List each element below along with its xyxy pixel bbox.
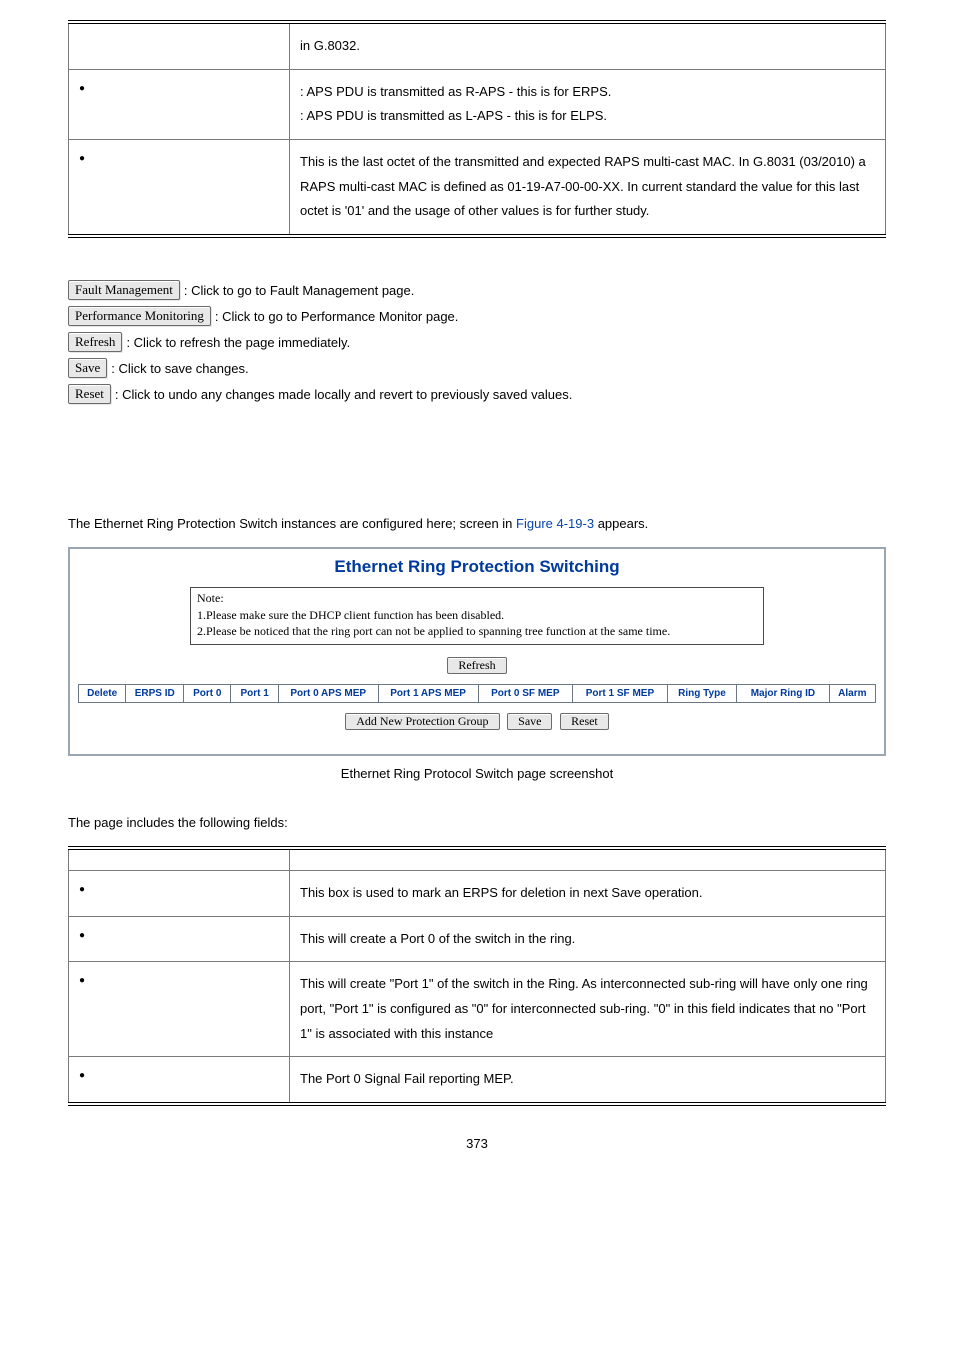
col-port0-sf-mep: Port 0 SF MEP [478, 685, 573, 703]
col-ring-type: Ring Type [667, 685, 736, 703]
col-alarm: Alarm [829, 685, 875, 703]
field-label: ● [69, 870, 290, 916]
button-desc-text: : Click to save changes. [111, 361, 248, 376]
intro-paragraph: The Ethernet Ring Protection Switch inst… [68, 512, 886, 537]
intro-suffix: appears. [594, 516, 648, 531]
param-label: ● [69, 69, 290, 139]
col-port1: Port 1 [231, 685, 278, 703]
note-box: Note: 1.Please make sure the DHCP client… [190, 587, 764, 645]
panel-refresh-button[interactable]: Refresh [447, 657, 506, 674]
field-desc: This will create "Port 1" of the switch … [290, 962, 886, 1057]
table-row: ● This box is used to mark an ERPS for d… [69, 870, 886, 916]
col-port1-aps-mep: Port 1 APS MEP [378, 685, 478, 703]
button-desc-text: : Click to undo any changes made locally… [115, 387, 572, 402]
col-delete: Delete [79, 685, 126, 703]
performance-monitoring-button[interactable]: Performance Monitoring [68, 306, 211, 326]
col-port1-sf-mep: Port 1 SF MEP [573, 685, 668, 703]
button-desc-row: Fault Management : Click to go to Fault … [68, 280, 886, 300]
param-label: ● [69, 140, 290, 237]
figure-caption: Ethernet Ring Protocol Switch page scree… [68, 766, 886, 781]
field-label: ● [69, 916, 290, 962]
button-desc-text: : Click to refresh the page immediately. [126, 335, 350, 350]
add-protection-group-button[interactable]: Add New Protection Group [345, 713, 499, 730]
fields-table: ● This box is used to mark an ERPS for d… [68, 846, 886, 1106]
param-desc: : APS PDU is transmitted as R-APS - this… [290, 69, 886, 139]
bullet-icon: ● [79, 80, 85, 94]
bullet-icon: ● [79, 927, 85, 941]
col-erps-id: ERPS ID [126, 685, 184, 703]
field-label: ● [69, 962, 290, 1057]
fields-intro: The page includes the following fields: [68, 811, 886, 836]
button-desc-text: : Click to go to Performance Monitor pag… [215, 309, 459, 324]
intro-prefix: The Ethernet Ring Protection Switch inst… [68, 516, 516, 531]
field-label: ● [69, 1057, 290, 1104]
table-row: ● This will create "Port 1" of the switc… [69, 962, 886, 1057]
table-row: ● The Port 0 Signal Fail reporting MEP. [69, 1057, 886, 1104]
bullet-icon: ● [79, 881, 85, 895]
button-desc-row: Save : Click to save changes. [68, 358, 886, 378]
button-desc-text: : Click to go to Fault Management page. [184, 283, 415, 298]
fault-management-button[interactable]: Fault Management [68, 280, 180, 300]
col-port0: Port 0 [184, 685, 231, 703]
note-line: 1.Please make sure the DHCP client funct… [197, 607, 757, 624]
fields-head-description [290, 848, 886, 871]
param-label [69, 22, 290, 69]
fields-head-object [69, 848, 290, 871]
col-major-ring-id: Major Ring ID [737, 685, 830, 703]
save-button[interactable]: Save [68, 358, 107, 378]
refresh-button[interactable]: Refresh [68, 332, 122, 352]
button-desc-row: Refresh : Click to refresh the page imme… [68, 332, 886, 352]
erps-screenshot-panel: Ethernet Ring Protection Switching Note:… [68, 547, 886, 756]
desc-line: : APS PDU is transmitted as R-APS - this… [300, 80, 875, 105]
table-row: ● This will create a Port 0 of the switc… [69, 916, 886, 962]
page-number: 373 [68, 1136, 886, 1151]
param-desc: This is the last octet of the transmitte… [290, 140, 886, 237]
desc-line: : APS PDU is transmitted as L-APS - this… [300, 104, 875, 129]
panel-save-button[interactable]: Save [507, 713, 552, 730]
col-port0-aps-mep: Port 0 APS MEP [278, 685, 378, 703]
bullet-icon: ● [79, 972, 85, 986]
button-desc-row: Performance Monitoring : Click to go to … [68, 306, 886, 326]
param-table-continued: in G.8032. ● : APS PDU is transmitted as… [68, 20, 886, 238]
note-head: Note: [197, 590, 757, 607]
bullet-icon: ● [79, 1067, 85, 1081]
param-desc: in G.8032. [290, 22, 886, 69]
panel-title: Ethernet Ring Protection Switching [78, 557, 876, 577]
note-line: 2.Please be noticed that the ring port c… [197, 623, 757, 640]
field-desc: The Port 0 Signal Fail reporting MEP. [290, 1057, 886, 1104]
reset-button[interactable]: Reset [68, 384, 111, 404]
bullet-icon: ● [79, 150, 85, 164]
field-desc: This will create a Port 0 of the switch … [290, 916, 886, 962]
button-desc-row: Reset : Click to undo any changes made l… [68, 384, 886, 404]
panel-reset-button[interactable]: Reset [560, 713, 609, 730]
field-desc: This box is used to mark an ERPS for del… [290, 870, 886, 916]
figure-ref-link[interactable]: Figure 4-19-3 [516, 516, 594, 531]
erps-header-table: Delete ERPS ID Port 0 Port 1 Port 0 APS … [78, 684, 876, 703]
